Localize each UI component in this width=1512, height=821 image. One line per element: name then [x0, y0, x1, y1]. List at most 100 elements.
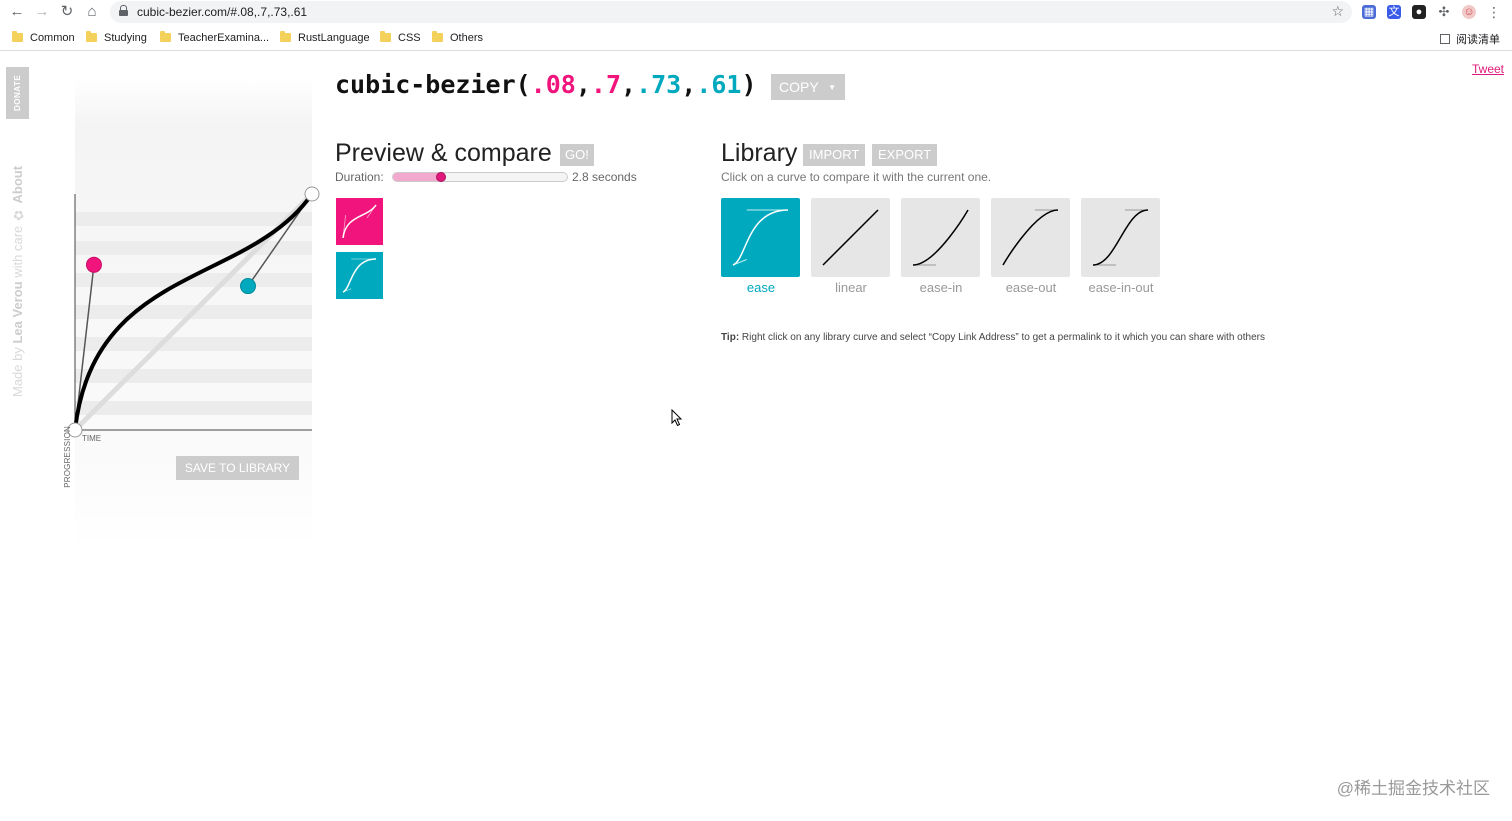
url-text[interactable]: cubic-bezier.com/#.08,.7,.73,.61: [137, 5, 307, 19]
bookmark-others[interactable]: Others: [432, 31, 483, 45]
reading-list-button[interactable]: 阅读清单: [1440, 31, 1500, 47]
library-curve-thumbnail[interactable]: [811, 198, 890, 277]
bookmark-label: RustLanguage: [298, 32, 370, 44]
duration-slider[interactable]: [392, 172, 568, 182]
library-item-ease-in[interactable]: ease-in: [901, 198, 981, 295]
reload-icon[interactable]: ↻: [58, 3, 76, 21]
func-open: cubic-bezier(: [335, 70, 531, 99]
library-item-ease[interactable]: ease: [721, 198, 801, 295]
duration-slider-fill: [393, 173, 442, 181]
separator: ,: [681, 70, 697, 99]
folder-icon: [86, 31, 97, 42]
browser-toolbar: ← → ↻ ⌂ cubic-bezier.com/#.08,.7,.73,.61…: [0, 0, 1512, 25]
p2y-value: .61: [696, 70, 742, 99]
bookmark-label: Others: [450, 32, 484, 44]
p2x-value: .73: [636, 70, 682, 99]
control-point-1-handle[interactable]: [85, 256, 102, 273]
library-item-label: linear: [835, 280, 867, 295]
lock-icon: [119, 5, 128, 16]
library-heading: Library: [721, 139, 798, 167]
tip-label: Tip:: [721, 332, 740, 343]
bezier-graph[interactable]: [60, 182, 320, 442]
tweet-link[interactable]: Tweet: [1472, 62, 1504, 76]
library-curve-thumbnail[interactable]: [991, 198, 1070, 277]
credit-prefix: Made by: [10, 343, 25, 397]
forward-icon[interactable]: →: [33, 3, 51, 21]
extension-translate-icon[interactable]: 文: [1387, 5, 1401, 19]
menu-kebab-icon[interactable]: ⋮: [1487, 5, 1501, 19]
library-curve-thumbnail[interactable]: [1081, 198, 1160, 277]
tip-text: Tip: Right click on any library curve an…: [721, 332, 1265, 343]
page-content: DONATE Made by Lea Verou with care ✿ Abo…: [0, 52, 1512, 821]
extensions-puzzle-icon[interactable]: ✣: [1437, 5, 1451, 19]
library-item-ease-in-out[interactable]: ease-in-out: [1081, 198, 1161, 295]
curve-thumbnail-icon: [1092, 209, 1149, 266]
import-button[interactable]: IMPORT: [803, 144, 866, 166]
preview-compare-curve-icon: [342, 258, 377, 293]
bookmark-studying[interactable]: Studying: [86, 31, 147, 45]
bookmark-teacherexamina[interactable]: TeacherExamina...: [160, 31, 269, 45]
folder-icon: [12, 31, 23, 42]
library-item-label: ease-in: [919, 280, 963, 295]
library-item-label: ease: [746, 280, 776, 295]
gear-icon: ✿: [10, 203, 25, 223]
library-curve-thumbnail[interactable]: [721, 198, 800, 277]
library-item-label: ease-out: [1005, 280, 1057, 295]
extension-grid-icon[interactable]: ▦: [1362, 5, 1376, 19]
dropdown-caret-icon: ▼: [828, 83, 836, 92]
preview-current-box[interactable]: [336, 198, 383, 245]
credit-text: Made by Lea Verou with care ✿ About: [10, 127, 25, 397]
bookmarks-bar: Common Studying TeacherExamina... RustLa…: [0, 25, 1512, 51]
curve-thumbnail-icon: [912, 209, 969, 266]
export-button[interactable]: EXPORT: [872, 144, 938, 166]
donate-button[interactable]: DONATE: [6, 67, 29, 119]
func-close: ): [741, 70, 757, 99]
home-icon[interactable]: ⌂: [83, 3, 101, 21]
bookmark-label: CSS: [398, 32, 421, 44]
library-subtitle: Click on a curve to compare it with the …: [721, 170, 992, 184]
preview-compare-box[interactable]: [336, 252, 383, 299]
save-to-library-button[interactable]: SAVE TO LIBRARY: [176, 456, 299, 480]
side-ribbon: DONATE Made by Lea Verou with care ✿ Abo…: [6, 67, 29, 407]
author-link[interactable]: Lea Verou: [10, 281, 25, 343]
library-item-ease-out[interactable]: ease-out: [991, 198, 1071, 295]
extension-mask-icon[interactable]: ●: [1412, 5, 1426, 19]
mouse-cursor-icon: [671, 409, 683, 427]
bookmark-star-icon[interactable]: ☆: [1331, 3, 1344, 20]
bookmark-css[interactable]: CSS: [380, 31, 421, 45]
folder-icon: [280, 31, 291, 42]
separator: ,: [621, 70, 637, 99]
control-point-2-handle[interactable]: [240, 278, 257, 295]
p1x-value: .08: [530, 70, 576, 99]
curve-thumbnail-icon: [732, 209, 789, 266]
bookmark-label: Common: [30, 32, 75, 44]
curve-thumbnail-icon: [822, 209, 879, 266]
folder-icon: [160, 31, 171, 42]
bookmark-rustlanguage[interactable]: RustLanguage: [280, 31, 370, 45]
folder-icon: [380, 31, 391, 42]
tip-body: Right click on any library curve and sel…: [739, 332, 1265, 343]
duration-label: Duration:: [335, 170, 384, 184]
end-point: [304, 186, 320, 202]
duration-value: 2.8 seconds: [572, 170, 637, 184]
profile-avatar-icon[interactable]: ☺: [1462, 5, 1476, 19]
preview-current-curve-icon: [342, 204, 377, 239]
library-item-linear[interactable]: linear: [811, 198, 891, 295]
curve-thumbnail-icon: [1002, 209, 1059, 266]
copy-button[interactable]: COPY ▼: [771, 74, 845, 100]
address-bar[interactable]: cubic-bezier.com/#.08,.7,.73,.61 ☆: [110, 1, 1352, 23]
go-button[interactable]: GO!: [560, 144, 594, 166]
folder-icon: [432, 31, 443, 42]
credit-suffix: with care: [10, 225, 25, 282]
reading-list-label: 阅读清单: [1456, 34, 1500, 46]
library-item-label: ease-in-out: [1088, 280, 1154, 295]
copy-label: COPY: [779, 79, 819, 95]
bookmark-common[interactable]: Common: [12, 31, 75, 45]
back-icon[interactable]: ←: [8, 3, 26, 21]
p1y-value: .7: [590, 70, 621, 99]
library-curve-thumbnail[interactable]: [901, 198, 980, 277]
y-axis-label: PROGRESSION: [63, 426, 72, 488]
bezier-function-text[interactable]: cubic-bezier(.08,.7,.73,.61): [335, 70, 757, 99]
about-link[interactable]: About: [10, 166, 25, 204]
separator: ,: [575, 70, 591, 99]
